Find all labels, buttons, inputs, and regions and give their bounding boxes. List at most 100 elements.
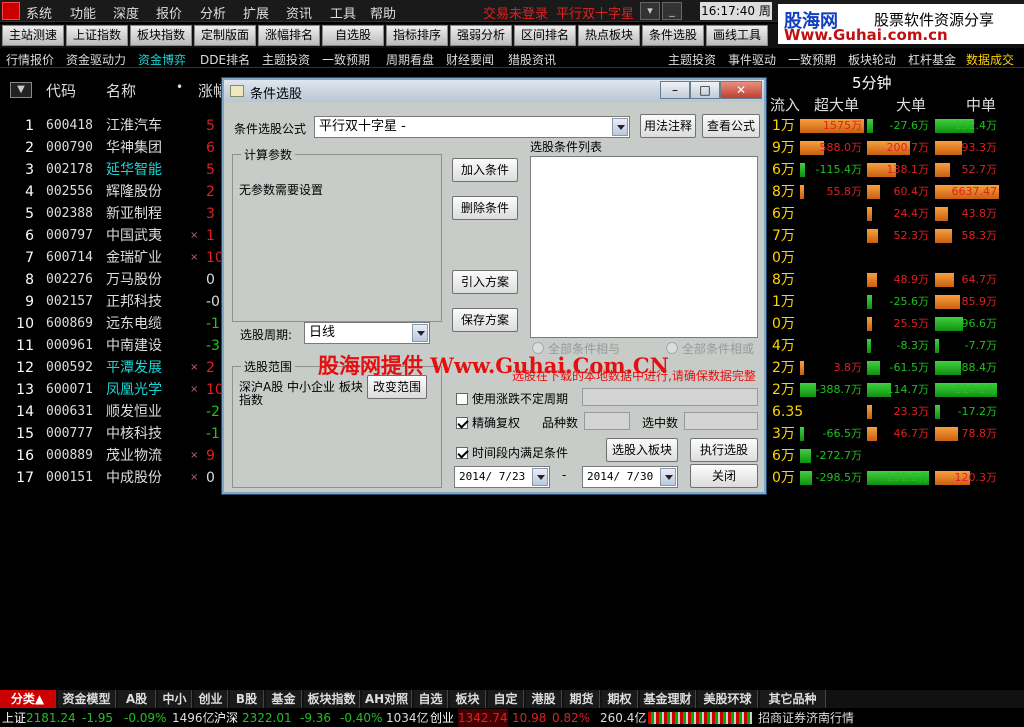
menu-quote[interactable]: 报价 [156, 3, 182, 22]
view-formula-button[interactable]: 查看公式 [702, 114, 760, 138]
subtab[interactable]: 猎股资讯 [508, 51, 556, 68]
bottom-tab[interactable]: 板块指数 [304, 690, 360, 708]
bottom-tab[interactable]: 基金 [266, 690, 302, 708]
time-range-checkbox[interactable]: 时间段内满足条件 [456, 444, 568, 461]
menu-help[interactable]: 帮助 [370, 3, 396, 22]
bottom-tab[interactable]: 自选 [414, 690, 448, 708]
close-button[interactable]: 关闭 [690, 464, 758, 488]
toolbar-button[interactable]: 定制版面 [194, 25, 256, 46]
subtab[interactable]: 主题投资 [668, 51, 716, 68]
menu-analysis[interactable]: 分析 [200, 3, 226, 22]
dropdown-icon[interactable]: ▾ [640, 2, 660, 20]
menu-depth[interactable]: 深度 [113, 3, 139, 22]
subtab[interactable]: 财经要闻 [446, 51, 494, 68]
delete-condition-button[interactable]: 删除条件 [452, 196, 518, 220]
sort-dropdown-icon[interactable]: ▼ [10, 82, 32, 98]
precise-restore-checkbox[interactable]: 精确复权 [456, 414, 520, 431]
bottom-tab[interactable]: 自定 [488, 690, 524, 708]
bottom-tab[interactable]: A股 [118, 690, 156, 708]
flow-value: 46.7万 [893, 427, 930, 440]
subtab[interactable]: 一致预期 [322, 51, 370, 68]
dialog-titlebar[interactable]: 条件选股 – □ ✕ [224, 80, 764, 102]
bottom-tab[interactable]: AH对照 [362, 690, 412, 708]
bottom-tab[interactable]: 美股环球 [698, 690, 758, 708]
subtab-active[interactable]: 资金博弈 [138, 51, 186, 68]
bottom-tab[interactable]: 板块 [450, 690, 486, 708]
col-large[interactable]: 大单 [896, 94, 926, 115]
bottom-tab[interactable]: 分类▲ [0, 690, 56, 708]
execute-button[interactable]: 执行选股 [690, 438, 758, 462]
bottom-tab[interactable]: 期权 [602, 690, 638, 708]
subtab[interactable]: 事件驱动 [728, 51, 776, 68]
subtab[interactable]: 一致预期 [788, 51, 836, 68]
col-medium[interactable]: 中单 [966, 94, 996, 115]
checkbox-box[interactable] [456, 393, 468, 405]
toolbar-button[interactable]: 上证指数 [66, 25, 128, 46]
chevron-down-icon[interactable] [532, 468, 548, 486]
date-from-picker[interactable]: 2014/ 7/23 [454, 466, 550, 488]
toolbar-button[interactable]: 指标排序 [386, 25, 448, 46]
subtab[interactable]: DDE排名 [200, 51, 250, 68]
bottom-tab[interactable]: B股 [230, 690, 264, 708]
period-label[interactable]: 5分钟 [852, 72, 892, 93]
chevron-down-icon[interactable] [412, 324, 428, 342]
bottom-tab[interactable]: 期货 [564, 690, 600, 708]
import-plan-button[interactable]: 引入方案 [452, 270, 518, 294]
usage-button[interactable]: 用法注释 [640, 114, 696, 138]
chevron-down-icon[interactable] [612, 118, 628, 136]
checkbox-box[interactable] [456, 447, 468, 459]
menu-extend[interactable]: 扩展 [243, 3, 269, 22]
bottom-tab[interactable]: 资金模型▲ [58, 690, 116, 724]
subtab[interactable]: 周期看盘 [386, 51, 434, 68]
add-condition-button[interactable]: 加入条件 [452, 158, 518, 182]
rise-fall-field[interactable] [582, 388, 758, 406]
select-to-block-button[interactable]: 选股入板块 [606, 438, 678, 462]
bottom-tab[interactable]: 创业 [194, 690, 228, 708]
toolbar-button[interactable]: 涨幅排名 [258, 25, 320, 46]
toolbar-button[interactable]: 条件选股 [642, 25, 704, 46]
checkbox-box[interactable] [456, 417, 468, 429]
date-to-picker[interactable]: 2014/ 7/30 [582, 466, 678, 488]
subtab[interactable]: 数据成交 [966, 51, 1014, 68]
toolbar-button[interactable]: 热点板块 [578, 25, 640, 46]
toolbar-button[interactable]: 主站测速 [2, 25, 64, 46]
bottom-tab[interactable]: 港股 [526, 690, 562, 708]
bottom-tab[interactable]: 基金理财 [640, 690, 696, 708]
formula-select[interactable]: 平行双十字星 - [314, 116, 630, 138]
toolbar-button[interactable]: 板块指数 [130, 25, 192, 46]
subtab[interactable]: 杠杆基金 [908, 51, 956, 68]
col-super-large[interactable]: 超大单 [814, 94, 859, 115]
col-name[interactable]: 名称 [106, 80, 136, 101]
radio-all-or[interactable]: 全部条件相或 [666, 340, 754, 357]
maximize-icon[interactable]: □ [690, 81, 720, 99]
col-code[interactable]: 代码 [46, 80, 76, 101]
row-number: 16 [16, 448, 34, 464]
bottom-tab[interactable]: 其它品种 [760, 690, 826, 708]
toolbar-button[interactable]: 画线工具 [706, 25, 768, 46]
condition-list[interactable] [530, 156, 758, 338]
subtab[interactable]: 主题投资 [262, 51, 310, 68]
rise-fall-checkbox[interactable]: 使用涨跌不定周期 [456, 390, 568, 407]
bottom-tab[interactable]: 中小 [158, 690, 192, 708]
login-status[interactable]: 交易未登录 [483, 3, 548, 22]
menu-info[interactable]: 资讯 [286, 3, 312, 22]
chevron-down-icon[interactable] [660, 468, 676, 486]
subtab[interactable]: 板块轮动 [848, 51, 896, 68]
toolbar-button[interactable]: 区间排名 [514, 25, 576, 46]
menu-function[interactable]: 功能 [70, 3, 96, 22]
col-inflow[interactable]: 流入 [770, 94, 800, 115]
brand-banner: 股海网 股票软件资源分享 Www.Guhai.com.cn [778, 4, 1024, 44]
toolbar-button[interactable]: 强弱分析 [450, 25, 512, 46]
minimize-icon[interactable]: – [660, 81, 690, 99]
inflow-value: 0万 [772, 250, 795, 266]
minimize-icon[interactable]: _ [662, 2, 682, 20]
menu-tools[interactable]: 工具 [330, 3, 356, 22]
period-select[interactable]: 日线 [304, 322, 430, 344]
toolbar-button[interactable]: 自选股 [322, 25, 384, 46]
close-icon[interactable]: ✕ [720, 81, 762, 99]
menu-system[interactable]: 系统 [26, 3, 52, 22]
stock-name: 新亚制程 [106, 206, 162, 222]
save-plan-button[interactable]: 保存方案 [452, 308, 518, 332]
subtab[interactable]: 行情报价 [6, 51, 54, 68]
subtab[interactable]: 资金驱动力 [66, 51, 126, 68]
